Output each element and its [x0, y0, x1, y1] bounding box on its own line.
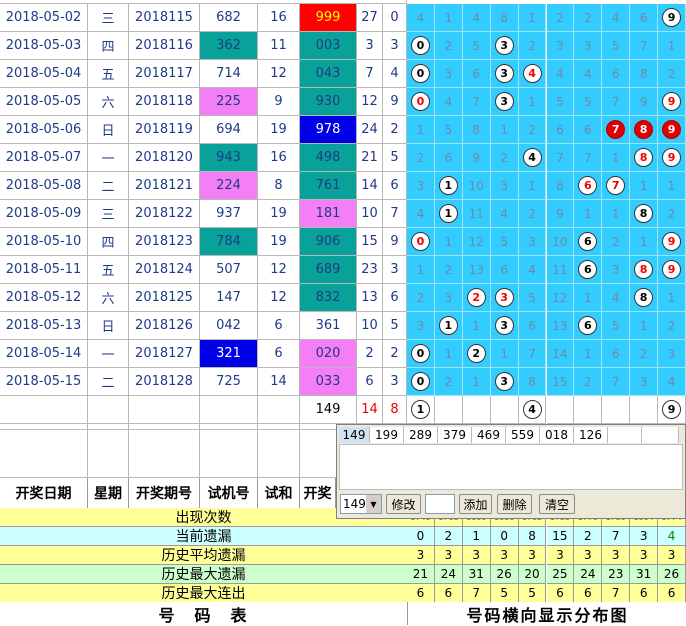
stat-value: 2 [434, 527, 463, 546]
stat-value: 3 [490, 546, 519, 565]
stat-label: 当前遗漏 [0, 527, 407, 546]
stat-value: 31 [462, 565, 491, 584]
saved-number[interactable]: 559 [506, 427, 540, 443]
saved-number[interactable]: 289 [404, 427, 438, 443]
saved-number[interactable]: 126 [574, 427, 608, 443]
stat-value: 0 [490, 527, 519, 546]
statistics-footer: 开奖日期星期开奖期号试机号试和开奖出现次数1740176116601616176… [0, 0, 686, 625]
saved-number[interactable] [608, 427, 642, 443]
stat-value: 6 [630, 584, 659, 603]
header-spacer [88, 430, 129, 478]
stat-value: 6 [546, 584, 575, 603]
stat-value: 5 [490, 584, 519, 603]
stat-value: 26 [490, 565, 519, 584]
stat-value: 20 [518, 565, 547, 584]
header-week: 星期 [88, 478, 129, 508]
stat-value: 3 [518, 546, 547, 565]
stat-label: 历史平均遗漏 [0, 546, 407, 565]
stat-value: 6 [574, 584, 603, 603]
stat-value: 3 [462, 546, 491, 565]
stat-value: 3 [658, 546, 686, 565]
stat-value: 3 [630, 527, 659, 546]
stat-value: 3 [434, 546, 463, 565]
stat-value: 3 [574, 546, 603, 565]
number-select[interactable]: 149 ▼ [340, 494, 382, 514]
stat-value: 23 [602, 565, 631, 584]
chevron-down-icon: ▼ [366, 495, 381, 513]
stat-value: 24 [434, 565, 463, 584]
stat-value: 7 [462, 584, 491, 603]
delete-button[interactable]: 删除 [497, 494, 532, 514]
stat-value: 24 [574, 565, 603, 584]
stat-value: 3 [602, 546, 631, 565]
stat-value: 3 [630, 546, 659, 565]
stat-value: 3 [407, 546, 435, 565]
number-edit-panel: 149 199 289 379 469 559 018 126 149 ▼ 修改 添加 删除 … [336, 424, 686, 519]
stat-value: 26 [658, 565, 686, 584]
stat-value: 4 [658, 527, 686, 546]
header-test: 试机号 [200, 478, 258, 508]
header-win: 开奖 [300, 478, 336, 508]
stat-value: 1 [462, 527, 491, 546]
stat-value: 2 [574, 527, 603, 546]
stat-value: 31 [630, 565, 659, 584]
table-title: 号 码 表 [0, 602, 407, 625]
stat-value: 8 [518, 527, 547, 546]
stat-value: 7 [602, 584, 631, 603]
saved-number[interactable]: 469 [472, 427, 506, 443]
saved-number[interactable]: 018 [540, 427, 574, 443]
stat-value: 6 [434, 584, 463, 603]
header-issue: 开奖期号 [129, 478, 200, 508]
panel-list-area[interactable] [339, 444, 683, 490]
stat-value: 5 [518, 584, 547, 603]
saved-number[interactable]: 199 [370, 427, 404, 443]
stat-label: 历史最大连出 [0, 584, 407, 603]
clear-button[interactable]: 清空 [539, 494, 575, 514]
stat-value: 25 [546, 565, 575, 584]
saved-number[interactable]: 379 [438, 427, 472, 443]
distribution-title: 号码横向显示分布图 [407, 602, 686, 625]
stat-value: 3 [546, 546, 575, 565]
stat-value: 7 [602, 527, 631, 546]
stat-value: 6 [658, 584, 686, 603]
header-date: 开奖日期 [0, 478, 88, 508]
add-button[interactable]: 添加 [459, 494, 492, 514]
stat-value: 0 [407, 527, 435, 546]
header-spacer [129, 430, 200, 478]
modify-button[interactable]: 修改 [386, 494, 421, 514]
stat-value: 21 [407, 565, 435, 584]
saved-number[interactable]: 149 [339, 427, 370, 443]
stat-label: 历史最大遗漏 [0, 565, 407, 584]
number-input[interactable] [425, 494, 455, 514]
header-spacer [200, 430, 258, 478]
stat-value: 6 [407, 584, 435, 603]
number-select-value: 149 [343, 497, 366, 511]
header-sum: 试和 [258, 478, 300, 508]
stat-value: 15 [546, 527, 575, 546]
header-spacer [258, 430, 300, 478]
header-spacer [0, 430, 88, 478]
saved-number[interactable] [642, 427, 679, 443]
